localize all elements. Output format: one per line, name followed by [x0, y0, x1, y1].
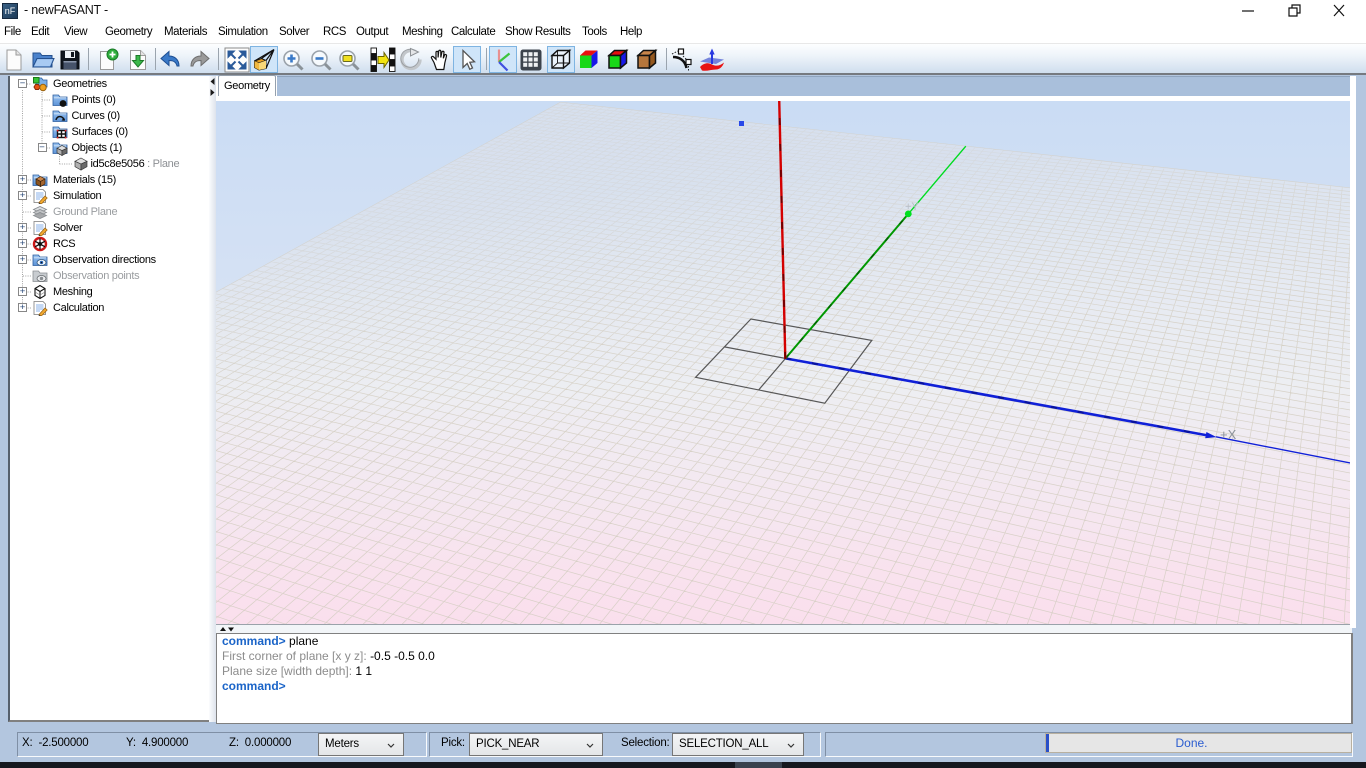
- svg-text:+Y: +Y: [905, 201, 919, 213]
- svg-text:+X: +X: [1220, 427, 1237, 442]
